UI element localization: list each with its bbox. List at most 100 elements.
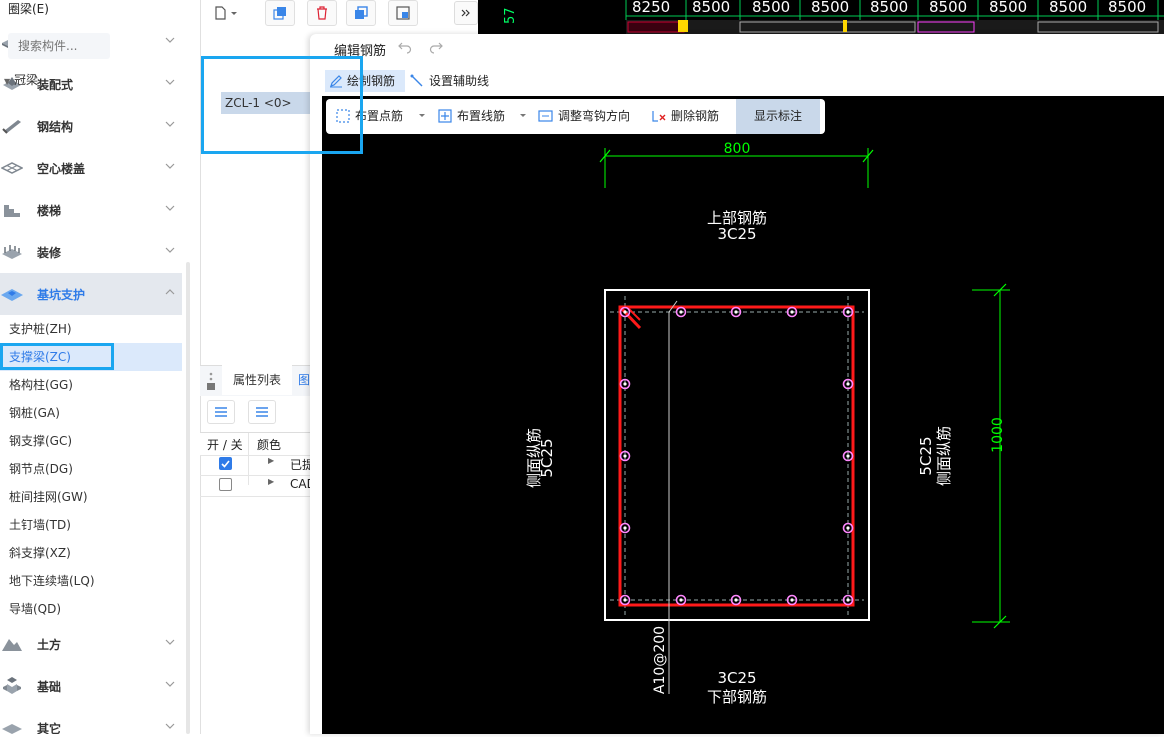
show-annotation-button[interactable]: 显示标注 — [736, 99, 820, 134]
axis-span-label: 8500 — [811, 0, 850, 16]
sub-item-steel-node[interactable]: 钢节点(DG) — [0, 455, 182, 483]
hook-direction-icon — [538, 110, 553, 122]
right-side-title: 侧面纵筋 — [935, 426, 953, 487]
adjust-hook-direction-button[interactable]: 调整弯钩方向 — [537, 99, 637, 134]
axis-span-label: 8500 — [752, 0, 791, 16]
svg-text:57: 57 — [503, 7, 518, 24]
chevron-down-icon — [165, 163, 175, 169]
layers-icon — [256, 407, 268, 417]
axis-span-label: 8500 — [1108, 0, 1147, 16]
axis-span-label: 8500 — [692, 0, 731, 16]
caret-right-icon[interactable]: ▶ — [268, 456, 274, 465]
tool-label: 布置线筋 — [457, 109, 506, 123]
chevron-up-icon — [165, 289, 175, 295]
section-drawing — [599, 148, 1010, 694]
axis-span-label: 8500 — [1049, 0, 1088, 16]
copy-to-floor-button[interactable] — [346, 0, 376, 26]
double-chevron-right-icon — [461, 9, 470, 17]
stirrup-spec: A10@200 — [652, 625, 668, 695]
tool-label: 调整弯钩方向 — [558, 109, 631, 123]
rebar-canvas[interactable] — [322, 96, 1164, 734]
sub-item-steel-brace[interactable]: 钢支撑(GC) — [0, 427, 182, 455]
chevron-down-icon — [165, 79, 175, 85]
copy-component-button[interactable] — [265, 0, 295, 26]
category-label: 基坑支护 — [37, 287, 86, 302]
dropdown-arrow-icon[interactable] — [418, 113, 426, 119]
delete-component-button[interactable] — [307, 0, 337, 26]
attr-row: ▶ CAD — [200, 475, 310, 497]
category-stairs[interactable]: 楼梯 — [0, 189, 182, 231]
delete-rebar-icon — [652, 111, 666, 122]
category-steel-structure[interactable]: 钢结构 — [0, 105, 182, 147]
chevron-down-icon — [165, 121, 175, 127]
check-icon — [221, 460, 230, 468]
category-decoration[interactable]: 装修 — [0, 231, 182, 273]
chevron-down-icon — [165, 681, 175, 687]
new-component-button[interactable] — [211, 0, 241, 26]
import-icon — [396, 6, 410, 20]
sub-item-lattice-column[interactable]: 格构柱(GG) — [0, 371, 182, 399]
row-checkbox-checked[interactable] — [219, 457, 232, 470]
expand-toolbar-button[interactable] — [454, 1, 478, 25]
layer-list-button[interactable] — [248, 400, 276, 424]
category-label: 装配式 — [37, 77, 74, 92]
duplicate-icon — [355, 6, 368, 19]
tree-group-label: 冠梁 — [13, 73, 38, 87]
copy-icon — [273, 7, 286, 20]
category-earthwork[interactable]: 土方 — [0, 623, 182, 665]
decoration-icon — [0, 241, 24, 263]
tab-attribute-list[interactable]: 属性列表 — [222, 365, 292, 395]
redo-icon[interactable] — [429, 40, 443, 54]
attr-table-header: 开 / 关 颜色 — [200, 432, 310, 485]
category-other[interactable]: 其它 — [0, 707, 182, 734]
sub-item-diagonal-brace[interactable]: 斜支撑(XZ) — [0, 539, 182, 567]
category-excavation-support[interactable]: 基坑支护 — [0, 273, 182, 315]
row-label: CAD — [290, 477, 310, 491]
other-icon — [0, 717, 24, 734]
sub-item-soil-nail-wall[interactable]: 土钉墙(TD) — [0, 511, 182, 539]
steel-beam-icon — [0, 115, 24, 137]
filter-list-button[interactable] — [207, 400, 235, 424]
axis-span-label: 8500 — [989, 0, 1028, 16]
new-file-icon — [215, 6, 237, 20]
axis-span-label: 8500 — [870, 0, 909, 16]
width-dimension-label: 800 — [723, 141, 751, 157]
sub-item-pile-mesh[interactable]: 桩间挂网(GW) — [0, 483, 182, 511]
category-label: 钢结构 — [37, 119, 74, 134]
sub-item-support-pile[interactable]: 支护桩(ZH) — [0, 315, 182, 343]
caret-down-icon: ▼ — [4, 77, 11, 86]
row-checkbox-unchecked[interactable] — [219, 478, 232, 491]
line-rebar-icon — [438, 109, 452, 123]
highlight-box-component-tree — [201, 56, 363, 154]
top-bar-spec: 3C25 — [717, 225, 757, 243]
stairs-icon — [0, 199, 24, 221]
sidebar-scrollbar[interactable] — [186, 262, 190, 734]
undo-icon[interactable] — [398, 40, 412, 54]
chevron-down-icon — [165, 639, 175, 645]
delete-rebar-button[interactable]: 删除钢筋 — [650, 99, 724, 134]
import-component-button[interactable] — [388, 0, 418, 26]
tree-group-crown-beam[interactable]: ▼ 冠梁 — [4, 71, 38, 88]
place-line-rebar-button[interactable]: 布置线筋 — [436, 99, 516, 134]
component-search-input[interactable] — [8, 33, 110, 59]
chevron-down-icon — [165, 247, 175, 253]
sidebar-item-ring-beam[interactable]: 圈梁(E) — [8, 0, 49, 17]
chevron-down-icon — [165, 37, 175, 43]
dropdown-arrow-icon[interactable] — [519, 113, 527, 119]
left-side-spec: 5C25 — [538, 438, 556, 478]
row-label: 已提 — [290, 458, 310, 472]
excavation-support-icon — [0, 283, 24, 305]
tab-layer[interactable]: 图 — [298, 365, 310, 395]
sub-item-steel-pile[interactable]: 钢桩(GA) — [0, 399, 182, 427]
category-foundation[interactable]: 基础 — [0, 665, 182, 707]
height-dimension-label: 1000 — [990, 417, 1006, 453]
lock-icon[interactable] — [206, 370, 216, 392]
sub-item-guide-wall[interactable]: 导墙(QD) — [0, 595, 182, 623]
category-hollow-floor[interactable]: 空心楼盖 — [0, 147, 182, 189]
caret-right-icon[interactable]: ▶ — [268, 477, 274, 486]
category-label: 其它 — [37, 721, 62, 735]
tab-set-guide-lines[interactable]: 设置辅助线 — [407, 70, 497, 92]
sub-item-diaphragm-wall[interactable]: 地下连续墙(LQ) — [0, 567, 182, 595]
axis-span-label: 8500 — [929, 0, 968, 16]
chevron-down-icon — [165, 205, 175, 211]
